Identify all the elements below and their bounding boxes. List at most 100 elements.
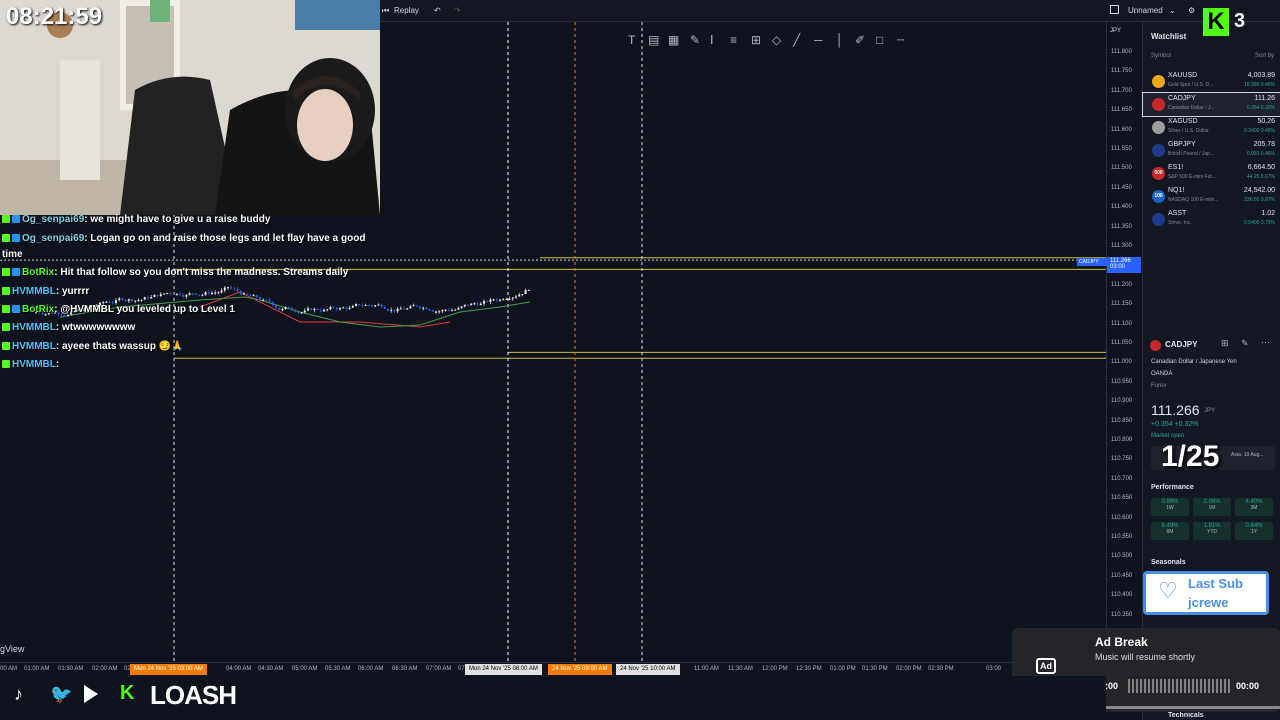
watchlist-row-nq1[interactable]: 100 NQ1! NASDAQ 100 E-mini... 24,542.00 … [1143,185,1280,208]
chat-username: Og_senpai69 [22,233,85,244]
social-bar: ♪ 🐦 K LOASH [0,676,1106,720]
candle [451,310,453,312]
partial-label: gView [0,644,25,654]
candle [390,309,393,311]
time-tick: 01:00 PM [830,666,856,672]
grid-tool-icon[interactable]: ⊞ [751,33,761,47]
candle [457,307,460,310]
chat-text: : yurrrr [55,286,90,297]
table-tool-icon[interactable]: ▦ [668,33,679,47]
kick-icon: K [120,682,135,704]
market-status: Market open [1151,433,1185,439]
performance-cell-1m: 2.06% 1M [1193,498,1231,516]
undo-icon[interactable]: ↶ [434,6,441,15]
watchlist-symbol: CADJPY [1168,95,1196,102]
symbol-column-header[interactable]: Symbol [1151,53,1171,59]
watchlist-symbol: ASST [1168,210,1187,217]
watchlist-row-cadjpy[interactable]: CADJPY Canadian Dollar / J... 111.26 0.3… [1142,92,1280,117]
chat-message: HVMMBL: yurrrr [2,286,89,297]
settings-icon[interactable]: ⚙ [1188,6,1195,15]
brand-logo: LOASH [150,680,237,710]
price-scale[interactable]: JPY 111.800 111.750 111.700 111.650 111.600 1… [1077,22,1142,662]
detail-change: +0.354 +0.32% [1151,421,1199,428]
note-tool-icon[interactable]: ▤ [648,33,659,47]
time-tick: 11:00 AM [694,666,719,672]
layout-icon[interactable] [1110,5,1119,14]
watchlist-row-xagusd[interactable]: XAGUSD Silver / U.S. Dollar 50.26 0.2400… [1143,116,1280,139]
more-tools-icon[interactable]: ┄ [897,33,904,47]
text-tool-icon[interactable]: T [628,33,635,47]
mod-badge-icon [12,268,20,276]
watchlist-row-es1[interactable]: 500 ES1! S&P 500 E-mini Fut... 6,664.50 … [1143,162,1280,185]
ad-title: Ad Break [1095,635,1148,649]
watchlist-row-xauusd[interactable]: XAUUSD Gold Spot / U.S. D... 4,003.89 18… [1143,70,1280,93]
detail-name: Canadian Dollar / Japanese Yen [1151,359,1237,365]
kick-badge-icon [2,287,10,295]
watchlist-symbol: XAGUSD [1168,118,1198,125]
time-axis[interactable]: 00 AM01:00 AM01:30 AM02:00 AM02:30 AM03:… [0,662,1106,676]
watchlist-price: 50.26 [1257,118,1275,125]
layout-name[interactable]: Unnamed [1128,6,1163,15]
candle [479,303,482,306]
lines-tool-icon[interactable]: ≡ [730,33,737,47]
performance-period: 3M [1250,505,1258,511]
viewer-count: 3 [1234,10,1246,32]
chevron-down-icon[interactable]: ⌄ [1169,6,1176,15]
detail-symbol[interactable]: CADJPY [1165,340,1197,349]
price-tick: 111.050 [1111,340,1132,346]
shape-tool-icon[interactable]: ◇ [772,33,781,47]
candle [415,305,418,307]
symbol-icon [1152,98,1165,111]
heart-icon: ♡ [1158,578,1178,603]
time-highlight-replay: Mon 24 Nov '25 08:00 AM [465,664,542,675]
watchlist-row-asst[interactable]: ASST Strive, Inc. 1.02 0.0400 3.79% [1143,208,1280,231]
candle [399,308,402,310]
price-tick: 110.750 [1111,456,1133,463]
last-sub-label: Last Sub [1188,576,1243,591]
candle [438,311,441,313]
chat-username: Og_senpai69 [22,214,85,225]
time-tick: 12:00 PM [762,666,788,672]
currency-badge[interactable]: JPY [1110,28,1121,34]
pencil-tool-icon[interactable]: ✐ [855,33,865,47]
webcam-feed: 08:21:59 [0,0,380,215]
chat-username: BotRix [22,304,55,315]
watchlist-row-gbpjpy[interactable]: GBPJPY British Pound / Jap... 205.78 0.9… [1143,139,1280,162]
candle [499,299,501,301]
watchlist-change: 0.354 0.32% [1246,105,1275,111]
watchlist-title[interactable]: Watchlist [1151,32,1186,41]
price-tick: 110.450 [1111,572,1133,579]
price-tick: 111.600 [1111,126,1132,133]
time-tick: 01:00 AM [24,666,50,672]
grid-icon[interactable]: ⊞ [1221,338,1229,349]
watchlist-symbol: XAUUSD [1168,72,1198,79]
replay-button[interactable]: Replay [394,6,419,15]
performance-period: 1Y [1250,529,1258,535]
trendline-tool-icon[interactable]: ╱ [793,33,800,47]
hline-tool-icon[interactable]: ─ [814,33,823,47]
symbol-icon [1152,144,1165,157]
seasonals-title: Seasonals [1151,559,1186,566]
candle [502,299,505,301]
edit-icon[interactable]: ✎ [1241,338,1249,349]
sort-by-button[interactable]: Sort by [1255,53,1274,59]
vline-tool-icon[interactable]: │ [836,33,844,47]
more-icon[interactable]: ⋯ [1261,337,1270,348]
detail-price: 111.266 [1151,402,1200,418]
redo-icon[interactable]: ↷ [454,6,461,15]
replay-icon[interactable]: ⏮ [382,6,389,16]
rectangle-tool-icon[interactable]: □ [876,33,883,47]
cursor-text-icon[interactable]: Ⅰ [710,33,714,47]
webcam-image [0,0,380,215]
watchlist-desc: British Pound / Jap... [1168,151,1215,157]
candle [467,304,469,306]
watchlist-change: 236.50 0.97% [1244,197,1275,203]
brush-tool-icon[interactable]: ✎ [690,33,700,47]
bar-countdown: 03:00 [1110,264,1126,270]
chat-message: time [2,249,23,260]
time-tick: 05:30 AM [325,666,351,672]
chat-username: HVMMBL [12,341,56,352]
price-tick: 111.550 [1111,146,1132,152]
time-highlight-mid: 24 Nov '25 09:00 AM [548,664,612,675]
technicals-title: Technicals [1168,712,1204,719]
